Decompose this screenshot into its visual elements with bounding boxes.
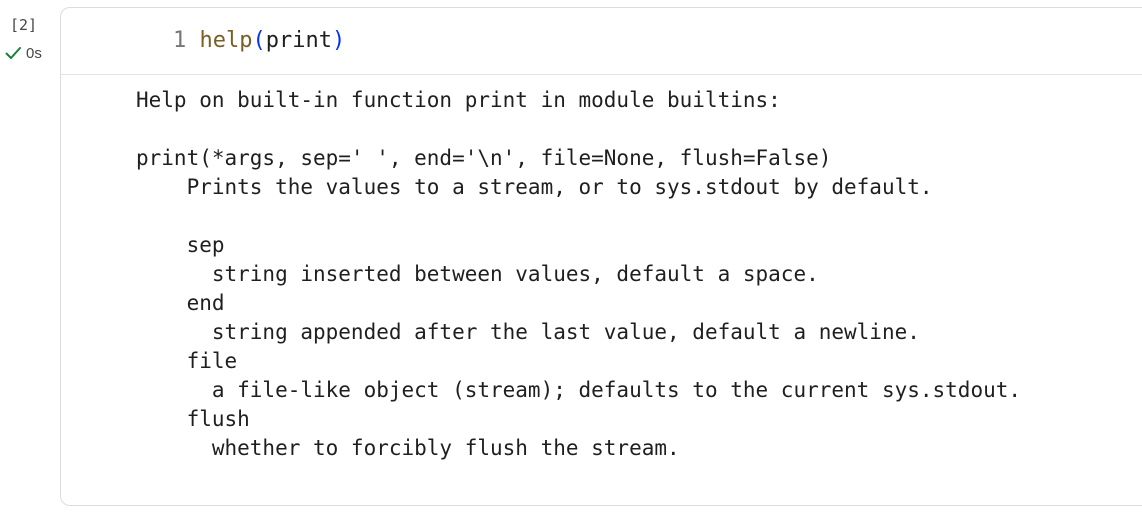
output-line: print(*args, sep=' ', end='\n', file=Non… (136, 146, 832, 170)
cell-output: Help on built-in function print in modul… (136, 86, 1021, 463)
execution-count: [2] (10, 16, 38, 34)
code-open-paren: ( (252, 28, 266, 53)
execution-time: 0s (26, 44, 42, 62)
code-function-name: help (199, 28, 253, 53)
output-line: flush (136, 407, 250, 431)
output-line: string inserted between values, default … (136, 262, 819, 286)
output-line: end (136, 291, 225, 315)
output-line: Prints the values to a stream, or to sys… (136, 175, 933, 199)
execution-status[interactable]: 0s (4, 44, 42, 62)
check-icon (4, 44, 22, 62)
output-line: sep (136, 233, 225, 257)
code-cell[interactable]: 1 help(print) Help on built-in function … (60, 7, 1142, 506)
cell-gutter: [2] 0s (0, 0, 60, 516)
output-line: string appended after the last value, de… (136, 320, 920, 344)
code-close-paren: ) (331, 28, 346, 53)
output-line: file (136, 349, 238, 373)
code-editor[interactable]: 1 help(print) (61, 8, 1142, 75)
code-line[interactable]: 1 help(print) (173, 28, 345, 54)
code-argument: print (265, 28, 332, 53)
output-line: whether to forcibly flush the stream. (136, 436, 680, 460)
output-line: Help on built-in function print in modul… (136, 88, 781, 112)
line-number: 1 (173, 28, 187, 53)
output-line: a file-like object (stream); defaults to… (136, 378, 1022, 402)
